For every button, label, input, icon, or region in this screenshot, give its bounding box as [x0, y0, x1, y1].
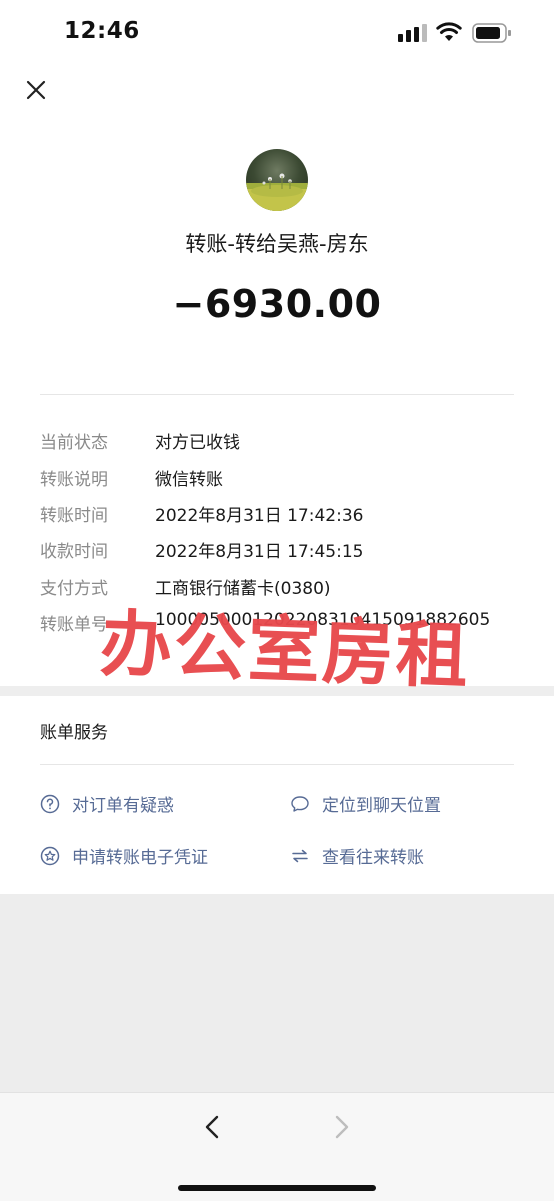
detail-label: 转账时间	[40, 506, 108, 526]
services-title: 账单服务	[40, 723, 108, 743]
status-bar: 12:46	[0, 0, 554, 66]
detail-row-receive-time: 收款时间 2022年8月31日 17:45:15	[40, 537, 520, 567]
service-label: 定位到聊天位置	[322, 796, 441, 816]
wifi-icon	[436, 22, 462, 41]
detail-value: 微信转账	[155, 470, 223, 490]
question-circle-icon	[40, 794, 60, 814]
home-indicator[interactable]	[178, 1185, 376, 1191]
detail-row-status: 当前状态 对方已收钱	[40, 428, 520, 458]
detail-row-note: 转账说明 微信转账	[40, 465, 520, 495]
detail-value: 2022年8月31日 17:42:36	[155, 506, 364, 526]
detail-label: 转账说明	[40, 470, 108, 490]
cellular-signal-icon	[398, 24, 427, 42]
divider	[40, 764, 514, 765]
service-label: 对订单有疑惑	[72, 796, 174, 816]
star-badge-icon	[40, 846, 60, 866]
browser-nav-bar	[0, 1092, 554, 1201]
status-time: 12:46	[64, 18, 140, 44]
detail-value: 工商银行储蓄卡(0380)	[155, 579, 331, 599]
detail-value: 2022年8月31日 17:45:15	[155, 542, 364, 562]
detail-label: 转账单号	[40, 615, 108, 635]
detail-label: 收款时间	[40, 542, 108, 562]
detail-row-payment-method: 支付方式 工商银行储蓄卡(0380)	[40, 574, 520, 604]
divider	[40, 394, 514, 395]
close-icon[interactable]	[18, 72, 54, 108]
recipient-avatar	[246, 149, 308, 211]
watermark-text: 办公室房租	[98, 601, 472, 699]
battery-icon	[472, 23, 511, 43]
service-label: 查看往来转账	[322, 848, 424, 868]
chat-bubble-icon	[291, 796, 309, 812]
back-arrow-icon[interactable]	[196, 1109, 228, 1145]
bill-services-section: 账单服务 对订单有疑惑 定位到聊天位置 申请转账电子凭证 查看往来转账	[0, 696, 554, 894]
swap-arrows-icon	[292, 849, 308, 863]
detail-row-transfer-time: 转账时间 2022年8月31日 17:42:36	[40, 501, 520, 531]
transfer-amount: −6930.00	[172, 282, 382, 326]
forward-arrow-icon[interactable]	[326, 1109, 358, 1145]
detail-value: 对方已收钱	[155, 433, 240, 453]
service-label: 申请转账电子凭证	[72, 848, 208, 868]
transfer-title: 转账-转给吴燕-房东	[185, 232, 369, 256]
transaction-detail-panel: 12:46 转账-转给吴燕-房东 −6930.00 当前状态 对方已收钱 转账说…	[0, 0, 554, 686]
detail-label: 支付方式	[40, 579, 108, 599]
detail-label: 当前状态	[40, 433, 108, 453]
